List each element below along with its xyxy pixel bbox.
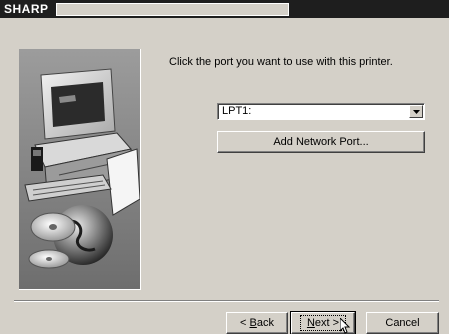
back-button[interactable]: < Back bbox=[226, 312, 288, 334]
title-field bbox=[56, 3, 289, 16]
chevron-down-icon bbox=[412, 109, 420, 114]
port-select-value: LPT1: bbox=[222, 105, 252, 117]
computer-globe-illustration bbox=[19, 49, 140, 289]
port-select[interactable]: LPT1: bbox=[217, 103, 425, 120]
instruction-text: Click the port you want to use with this… bbox=[169, 56, 393, 68]
window-title: SHARP bbox=[4, 2, 49, 16]
mouse-pointer-icon bbox=[340, 318, 351, 334]
title-bar: SHARP bbox=[0, 0, 449, 18]
cancel-button[interactable]: Cancel bbox=[366, 312, 439, 334]
footer-separator bbox=[14, 300, 439, 302]
dropdown-button[interactable] bbox=[409, 105, 423, 118]
cancel-button-label: Cancel bbox=[385, 317, 420, 329]
add-network-port-label: Add Network Port... bbox=[273, 136, 369, 148]
add-network-port-button[interactable]: Add Network Port... bbox=[217, 131, 425, 153]
wizard-side-image bbox=[19, 49, 141, 290]
back-button-label: < Back bbox=[240, 317, 274, 329]
